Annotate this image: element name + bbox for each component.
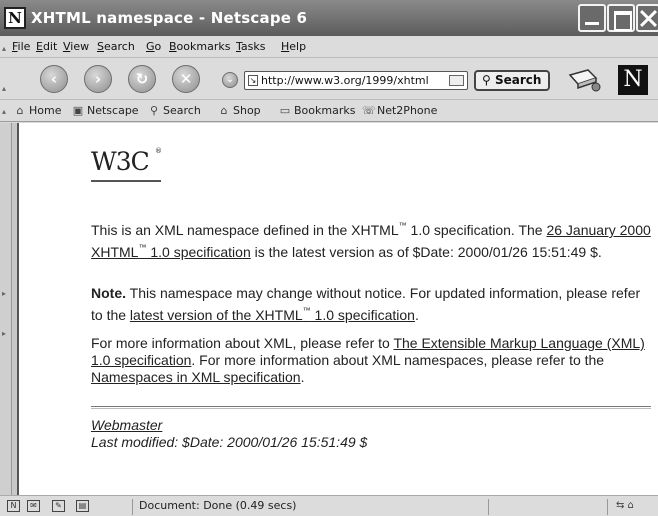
navigator-icon[interactable]: N [7,500,20,512]
w3c-logo[interactable]: W3C ® [91,147,163,183]
status-bar: N ✉ ✎ ▤ Document: Done (0.49 secs) ⇆ ⌂ [0,495,658,516]
search-icon: ⚲ [482,73,495,87]
toolbar-grip-icon[interactable]: ▴ [2,107,10,116]
window-title: XHTML namespace - Netscape 6 [31,9,308,27]
title-bar: N XHTML namespace - Netscape 6 [0,0,658,36]
toolbar-home[interactable]: ⌂ Home [14,104,62,117]
forward-button[interactable]: › [84,65,112,93]
search-icon: ⚲ [149,104,159,117]
print-icon[interactable] [566,67,602,93]
progress-bar [488,499,608,515]
latest-version-link[interactable]: latest version of the XHTML™ 1.0 specifi… [130,306,415,323]
maximize-button[interactable] [607,4,635,32]
toolbar-shop[interactable]: ⌂ Shop [218,104,261,117]
netscape-icon: ▣ [72,104,84,117]
menu-view[interactable]: View [63,40,89,53]
menu-file[interactable]: File [12,40,30,53]
webmaster-link[interactable]: Webmaster [91,417,162,433]
page-viewport: W3C ® This is an XML namespace defined i… [17,123,658,495]
back-button[interactable]: ‹ [40,65,68,93]
close-button[interactable] [636,4,658,32]
stop-button[interactable]: ✕ [172,65,200,93]
toolbar-net2phone[interactable]: ☏Net2Phone [362,104,437,117]
search-button[interactable]: ⚲ Search [474,70,550,91]
menu-search[interactable]: Search [97,40,135,53]
bookmarks-icon: ▭ [279,104,291,117]
history-dropdown-button[interactable]: ⌄ [222,72,238,88]
net2phone-icon: ☏ [362,104,376,117]
logo-underline [91,180,161,182]
sidebar-toggle-icon[interactable]: ▸ [2,329,6,338]
online-status-icon[interactable]: ⇆ ⌂ [616,500,634,511]
registered-mark: ® [155,147,162,155]
menu-help[interactable]: Help [281,40,306,53]
navigation-toolbar: ▴ ‹ › ↻ ✕ ⌄ ↘ ⚲ Search N [0,58,658,100]
status-text: Document: Done (0.49 secs) [132,499,487,515]
namespaces-spec-link[interactable]: Namespaces in XML specification [91,369,301,385]
toolbar-grip-icon[interactable]: ▴ [2,44,10,53]
personal-toolbar: ▴ ⌂ Home ▣ Netscape ⚲ Search ⌂ Shop ▭ Bookmar… [0,100,658,122]
toolbar-netscape[interactable]: ▣ Netscape [72,104,139,117]
toolbar-search[interactable]: ⚲ Search [148,104,201,117]
menu-tasks[interactable]: Tasks [236,40,265,53]
intro-paragraph: This is an XML namespace defined in the … [91,221,651,260]
url-bar[interactable]: ↘ [244,71,468,90]
minimize-button[interactable] [578,4,606,32]
reload-button[interactable]: ↻ [128,65,156,93]
shop-icon: ⌂ [220,104,228,117]
netscape-brand-icon[interactable]: N [618,65,648,95]
horizontal-rule [91,406,651,409]
last-modified: Last modified: $Date: 2000/01/26 15:51:4… [91,434,368,450]
netscape-logo-icon: N [4,7,26,29]
sidebar-toggle-icon[interactable]: ▸ [2,289,6,298]
composer-icon[interactable]: ✎ [52,500,65,512]
address-book-icon[interactable]: ▤ [76,500,89,512]
page-footer: Webmaster Last modified: $Date: 2000/01/… [91,417,367,451]
menu-go[interactable]: Go [146,40,161,53]
url-input[interactable] [261,73,447,88]
url-dropdown-button[interactable] [449,75,464,86]
mail-icon[interactable]: ✉ [27,500,40,512]
page-proxy-icon[interactable]: ↘ [248,75,258,86]
toolbar-grip-icon[interactable]: ▴ [2,84,10,93]
home-icon: ⌂ [16,104,24,117]
sidebar-grippy[interactable]: ▸ ▸ [0,123,12,495]
menu-edit[interactable]: Edit [36,40,57,53]
note-paragraph: Note. This namespace may change without … [91,285,641,323]
toolbar-bookmarks[interactable]: ▭ Bookmarks [279,104,356,117]
menu-bar: ▴ File Edit View Search Go Bookmarks Tas… [0,36,658,58]
w3c-logo-text: W3C [91,147,150,176]
menu-bookmarks[interactable]: Bookmarks [169,40,230,53]
info-paragraph: For more information about XML, please r… [91,335,645,385]
